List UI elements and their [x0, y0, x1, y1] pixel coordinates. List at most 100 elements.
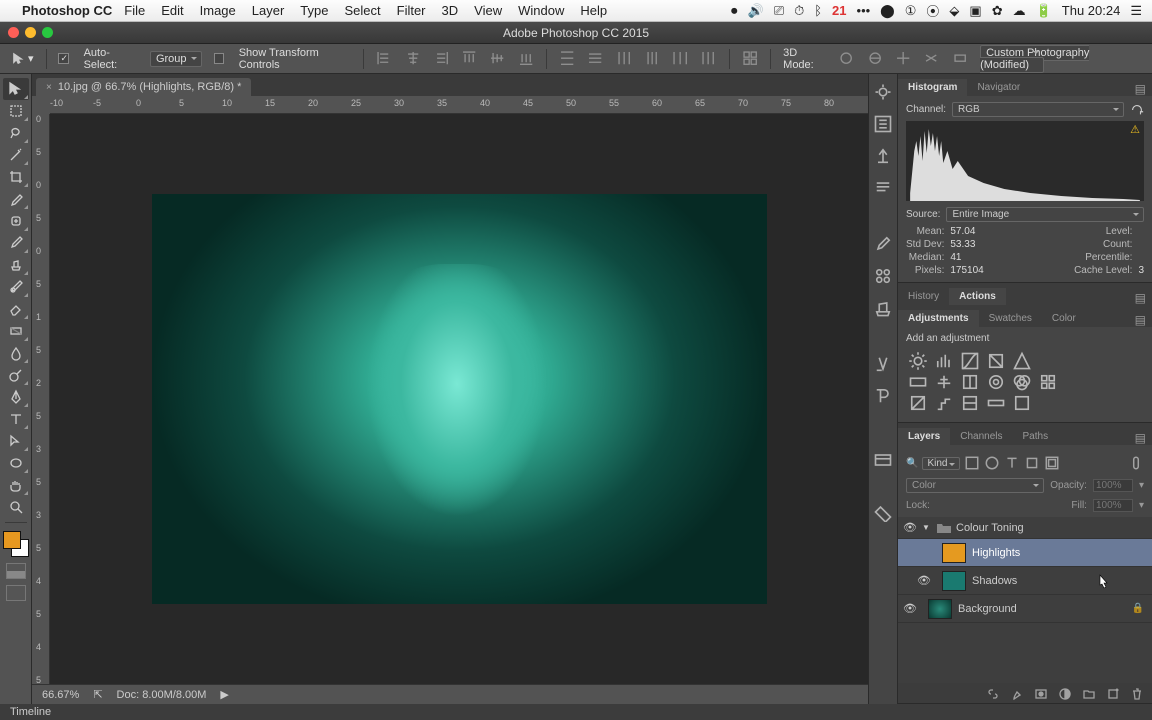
- tab-adjustments[interactable]: Adjustments: [898, 310, 979, 327]
- document-tab[interactable]: × 10.jpg @ 66.7% (Highlights, RGB/8) *: [36, 78, 251, 96]
- ruler-origin[interactable]: [32, 96, 50, 114]
- distribute-1-icon[interactable]: [559, 50, 575, 68]
- tab-histogram[interactable]: Histogram: [898, 79, 967, 96]
- onepass-icon[interactable]: ①: [905, 3, 917, 19]
- show-transform-checkbox[interactable]: [214, 53, 224, 64]
- paragraph-panel-icon[interactable]: [873, 178, 893, 198]
- spot-healing-tool[interactable]: [3, 210, 29, 232]
- brush-tool[interactable]: [3, 232, 29, 254]
- layer-style-icon[interactable]: [1010, 687, 1024, 701]
- menu-view[interactable]: View: [474, 3, 502, 18]
- timer-icon[interactable]: ⏱: [794, 3, 804, 19]
- menu-filter[interactable]: Filter: [397, 3, 426, 18]
- opacity-flyout-icon[interactable]: ▾: [1139, 480, 1144, 491]
- menu-image[interactable]: Image: [200, 3, 236, 18]
- tab-color[interactable]: Color: [1042, 310, 1086, 327]
- menu-help[interactable]: Help: [580, 3, 607, 18]
- align-left-icon[interactable]: [376, 50, 392, 68]
- clock[interactable]: Thu 20:24: [1062, 3, 1121, 18]
- group-collapse-icon[interactable]: ▼: [922, 523, 932, 532]
- hazel-icon[interactable]: ✿: [992, 3, 1003, 19]
- character-panel-icon[interactable]: [873, 146, 893, 166]
- adj-brightness-icon[interactable]: [908, 352, 928, 370]
- fill-flyout-icon[interactable]: ▾: [1139, 500, 1144, 511]
- eyedropper-tool[interactable]: [3, 188, 29, 210]
- adj-bw-icon[interactable]: [960, 373, 980, 391]
- layer-thumb-highlights[interactable]: [942, 543, 966, 563]
- new-layer-icon[interactable]: [1106, 687, 1120, 701]
- filter-adjustment-icon[interactable]: [984, 455, 1000, 471]
- opacity-field[interactable]: 100%: [1093, 479, 1133, 492]
- refresh-histogram-icon[interactable]: [1130, 103, 1144, 117]
- type-panel-icon[interactable]: [873, 354, 893, 374]
- auto-align-icon[interactable]: [742, 50, 758, 68]
- adj-gradient-map-icon[interactable]: [986, 394, 1006, 412]
- auto-select-mode-select[interactable]: Group: [150, 51, 202, 67]
- filter-type-icon[interactable]: [1004, 455, 1020, 471]
- menu-type[interactable]: Type: [300, 3, 328, 18]
- background-lock-icon[interactable]: 🔒: [1132, 603, 1144, 614]
- align-bottom-icon[interactable]: [518, 50, 534, 68]
- eraser-tool[interactable]: [3, 298, 29, 320]
- adj-channel-mixer-icon[interactable]: [1012, 373, 1032, 391]
- pen-tool[interactable]: [3, 386, 29, 408]
- magic-wand-tool[interactable]: [3, 144, 29, 166]
- properties-panel-icon[interactable]: [873, 82, 893, 102]
- filter-shape-icon[interactable]: [1024, 455, 1040, 471]
- layer-mask-icon[interactable]: [1034, 687, 1048, 701]
- adj-levels-icon[interactable]: [934, 352, 954, 370]
- new-adjustment-layer-icon[interactable]: [1058, 687, 1072, 701]
- histogram-panel-menu-icon[interactable]: ▤: [1129, 82, 1152, 96]
- layer-name-background[interactable]: Background: [958, 603, 1017, 615]
- close-tab-icon[interactable]: ×: [46, 82, 52, 93]
- crop-tool[interactable]: [3, 166, 29, 188]
- 3d-slide-icon[interactable]: [923, 50, 939, 68]
- artboard[interactable]: [50, 114, 868, 684]
- 3d-pan-icon[interactable]: [895, 50, 911, 68]
- zoom-popup-icon[interactable]: ⇱: [93, 688, 102, 701]
- 3d-orbit-icon[interactable]: [838, 50, 854, 68]
- move-tool-indicator[interactable]: ▾: [12, 52, 34, 66]
- shield-icon[interactable]: ⬤: [880, 3, 895, 19]
- timeline-panel-tab[interactable]: Timeline: [0, 704, 1152, 720]
- distribute-6-icon[interactable]: [701, 50, 717, 68]
- type-tool[interactable]: [3, 408, 29, 430]
- adj-threshold-icon[interactable]: [960, 394, 980, 412]
- layer-filter-kind-select[interactable]: Kind: [922, 457, 960, 470]
- adj-exposure-icon[interactable]: [986, 352, 1006, 370]
- align-vcenter-icon[interactable]: [489, 50, 505, 68]
- adj-selective-color-icon[interactable]: [1012, 394, 1032, 412]
- clone-stamp-tool[interactable]: [3, 254, 29, 276]
- adj-color-balance-icon[interactable]: [934, 373, 954, 391]
- calendar-icon[interactable]: 21: [832, 3, 846, 18]
- move-tool[interactable]: [3, 78, 29, 100]
- menu-3d[interactable]: 3D: [442, 3, 459, 18]
- info-panel-icon[interactable]: [873, 114, 893, 134]
- visibility-toggle-shadows[interactable]: 👁: [912, 574, 936, 587]
- menu-layer[interactable]: Layer: [252, 3, 285, 18]
- adj-hue-icon[interactable]: [908, 373, 928, 391]
- layer-group-colour-toning[interactable]: 👁 ▼ Colour Toning: [898, 517, 1152, 539]
- align-right-icon[interactable]: [433, 50, 449, 68]
- filter-toggle-icon[interactable]: [1128, 455, 1144, 471]
- layer-name-highlights[interactable]: Highlights: [972, 547, 1020, 559]
- tab-paths[interactable]: Paths: [1013, 428, 1059, 445]
- clone-source-icon[interactable]: [873, 298, 893, 318]
- paragraph-styles-icon[interactable]: [873, 386, 893, 406]
- visibility-toggle-background[interactable]: 👁: [898, 602, 922, 615]
- tab-history[interactable]: History: [898, 288, 949, 305]
- group-name[interactable]: Colour Toning: [956, 522, 1024, 534]
- quick-mask-toggle[interactable]: [6, 563, 26, 579]
- evernote-icon[interactable]: ▣: [969, 3, 981, 19]
- link-layers-icon[interactable]: [986, 687, 1000, 701]
- path-select-tool[interactable]: [3, 430, 29, 452]
- layer-background[interactable]: 👁 Background 🔒: [898, 595, 1152, 623]
- distribute-2-icon[interactable]: [587, 50, 603, 68]
- menu-window[interactable]: Window: [518, 3, 564, 18]
- layer-thumb-shadows[interactable]: [942, 571, 966, 591]
- blend-mode-select[interactable]: Color: [906, 478, 1044, 493]
- foreground-background-swatch[interactable]: [3, 531, 29, 557]
- filter-pixel-icon[interactable]: [964, 455, 980, 471]
- layer-shadows[interactable]: 👁 Shadows: [898, 567, 1152, 595]
- auto-select-checkbox[interactable]: [58, 53, 68, 64]
